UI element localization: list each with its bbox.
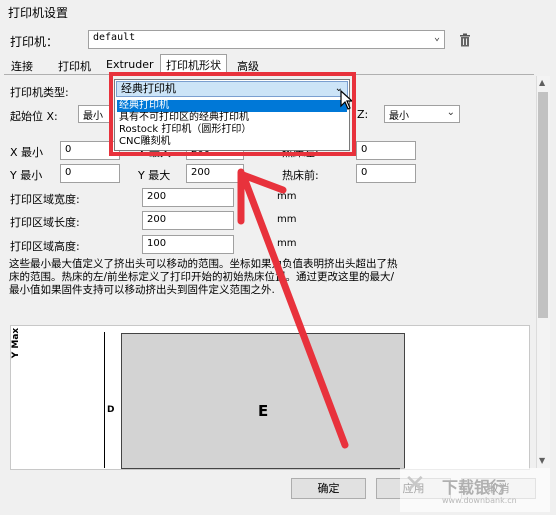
- annotation-arrow-overlay: [237, 168, 349, 449]
- annotation-arrow-line-long: [239, 171, 349, 449]
